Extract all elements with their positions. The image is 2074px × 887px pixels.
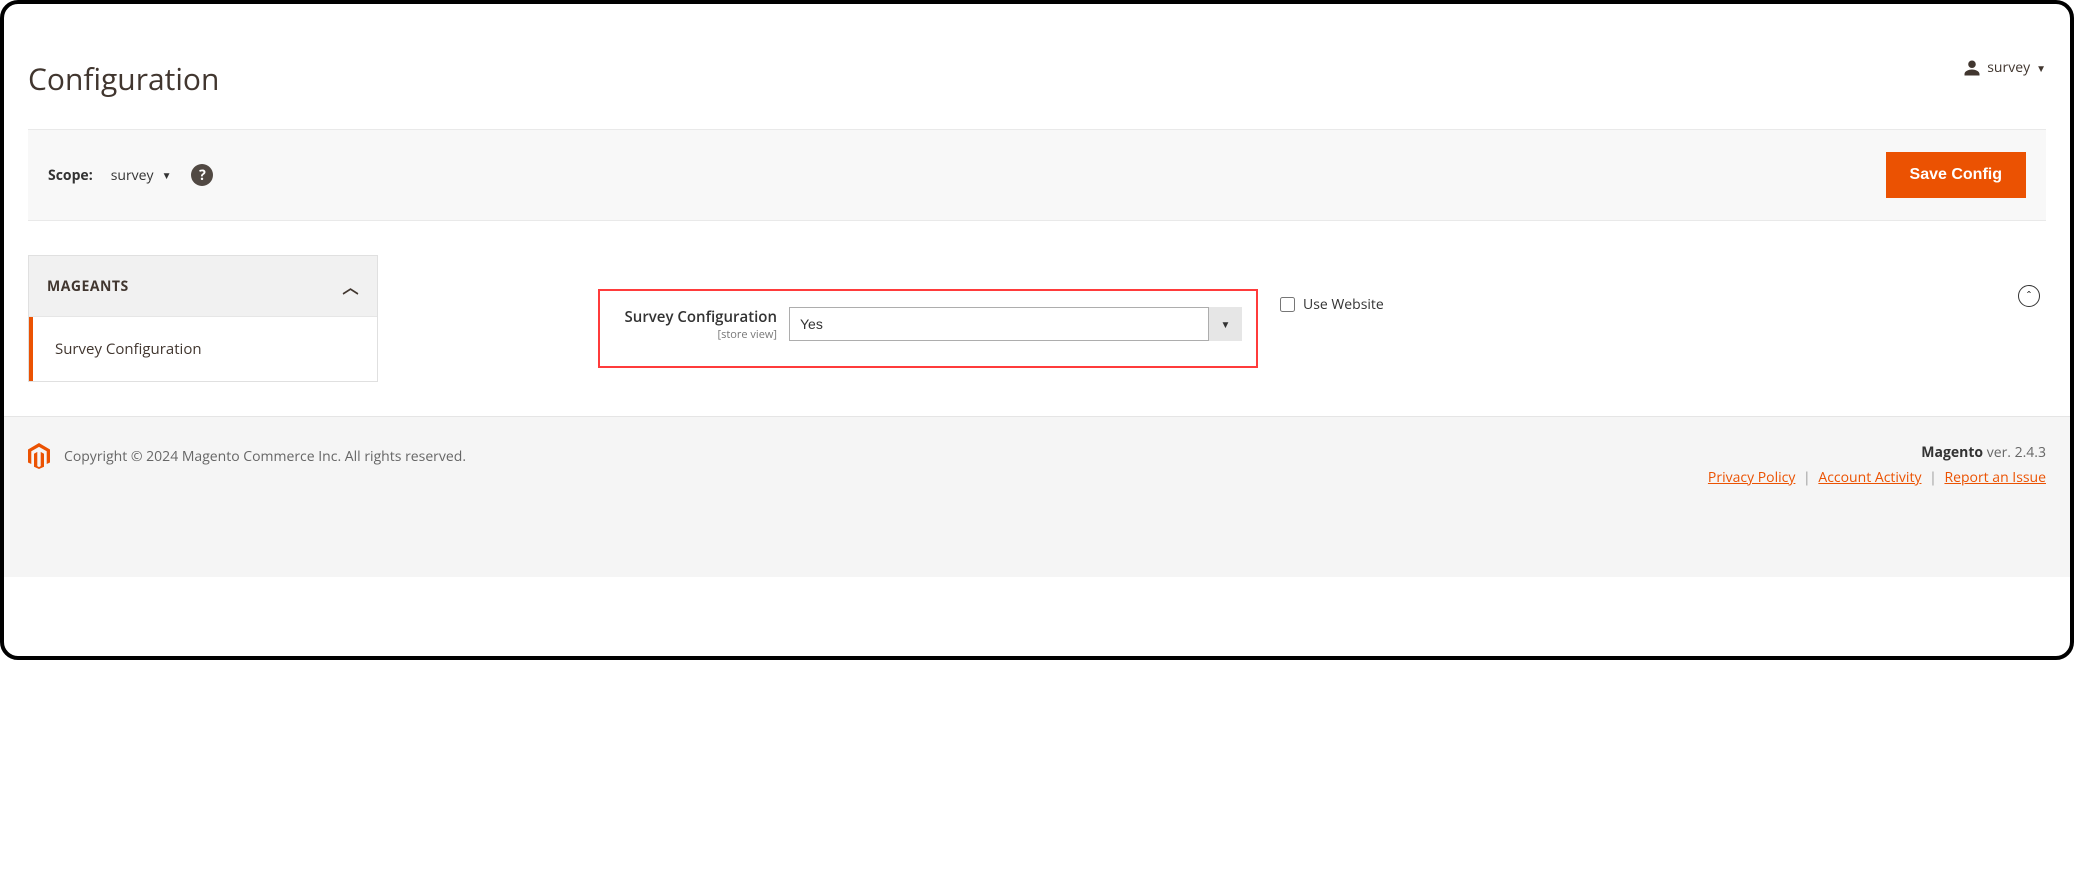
tab-item-survey-configuration[interactable]: Survey Configuration xyxy=(29,317,377,381)
survey-configuration-select[interactable] xyxy=(789,307,1242,341)
config-sidebar: MAGEANTS ︿ Survey Configuration xyxy=(28,255,378,382)
field-label-column: Survey Configuration [store view] xyxy=(614,307,789,342)
field-label: Survey Configuration xyxy=(625,307,777,327)
content-area: Configuration survey ▼ Scope: survey ▼ ?… xyxy=(4,4,2070,416)
admin-user-menu[interactable]: survey ▼ xyxy=(1963,58,2046,77)
tabs-group: MAGEANTS ︿ Survey Configuration xyxy=(28,255,378,382)
config-panel: ˆ Survey Configuration [store view] ▼ xyxy=(378,255,2046,368)
survey-configuration-select-wrap: ▼ xyxy=(789,307,1242,341)
caret-down-icon: ▼ xyxy=(2036,61,2046,75)
tab-item-label: Survey Configuration xyxy=(55,339,202,359)
account-activity-link[interactable]: Account Activity xyxy=(1818,468,1921,487)
page-title: Configuration xyxy=(28,58,219,99)
save-config-button[interactable]: Save Config xyxy=(1886,152,2026,198)
footer-right: Magento ver. 2.4.3 Privacy Policy | Acco… xyxy=(1708,443,2046,487)
version-text: ver. 2.4.3 xyxy=(1983,443,2046,462)
privacy-policy-link[interactable]: Privacy Policy xyxy=(1708,468,1795,487)
page-footer: Copyright © 2024 Magento Commerce Inc. A… xyxy=(4,416,2070,577)
product-name: Magento xyxy=(1921,443,1983,462)
main-columns: MAGEANTS ︿ Survey Configuration ˆ Survey… xyxy=(28,255,2046,416)
scope-label: Scope: xyxy=(48,166,93,185)
copyright-text: Copyright © 2024 Magento Commerce Inc. A… xyxy=(64,447,466,466)
page-frame: Configuration survey ▼ Scope: survey ▼ ?… xyxy=(0,0,2074,660)
admin-user-label: survey xyxy=(1987,58,2030,77)
scope-value: survey xyxy=(111,166,154,185)
report-issue-link[interactable]: Report an Issue xyxy=(1944,468,2046,487)
use-website-checkbox[interactable] xyxy=(1280,297,1295,312)
caret-down-icon: ▼ xyxy=(162,168,172,182)
field-scope-note: [store view] xyxy=(614,327,777,342)
collapse-section-button[interactable]: ˆ xyxy=(2018,285,2040,307)
footer-links: Privacy Policy | Account Activity | Repo… xyxy=(1708,468,2046,487)
chevron-up-icon: ︿ xyxy=(342,274,359,298)
use-website-field[interactable]: Use Website xyxy=(1280,289,1384,314)
page-header: Configuration survey ▼ xyxy=(28,28,2046,129)
highlight-box: Survey Configuration [store view] ▼ xyxy=(598,289,1258,368)
footer-left: Copyright © 2024 Magento Commerce Inc. A… xyxy=(28,443,466,469)
help-icon[interactable]: ? xyxy=(191,164,213,186)
chevron-up-icon: ˆ xyxy=(2027,290,2032,302)
tab-group-mageants[interactable]: MAGEANTS ︿ xyxy=(29,256,377,317)
tab-group-label: MAGEANTS xyxy=(47,277,129,296)
scope-select[interactable]: survey ▼ xyxy=(111,166,172,185)
user-icon xyxy=(1963,59,1981,77)
scope-bar: Scope: survey ▼ ? Save Config xyxy=(28,129,2046,221)
version-line: Magento ver. 2.4.3 xyxy=(1708,443,2046,462)
magento-logo-icon xyxy=(28,443,50,469)
use-website-label: Use Website xyxy=(1303,295,1384,314)
